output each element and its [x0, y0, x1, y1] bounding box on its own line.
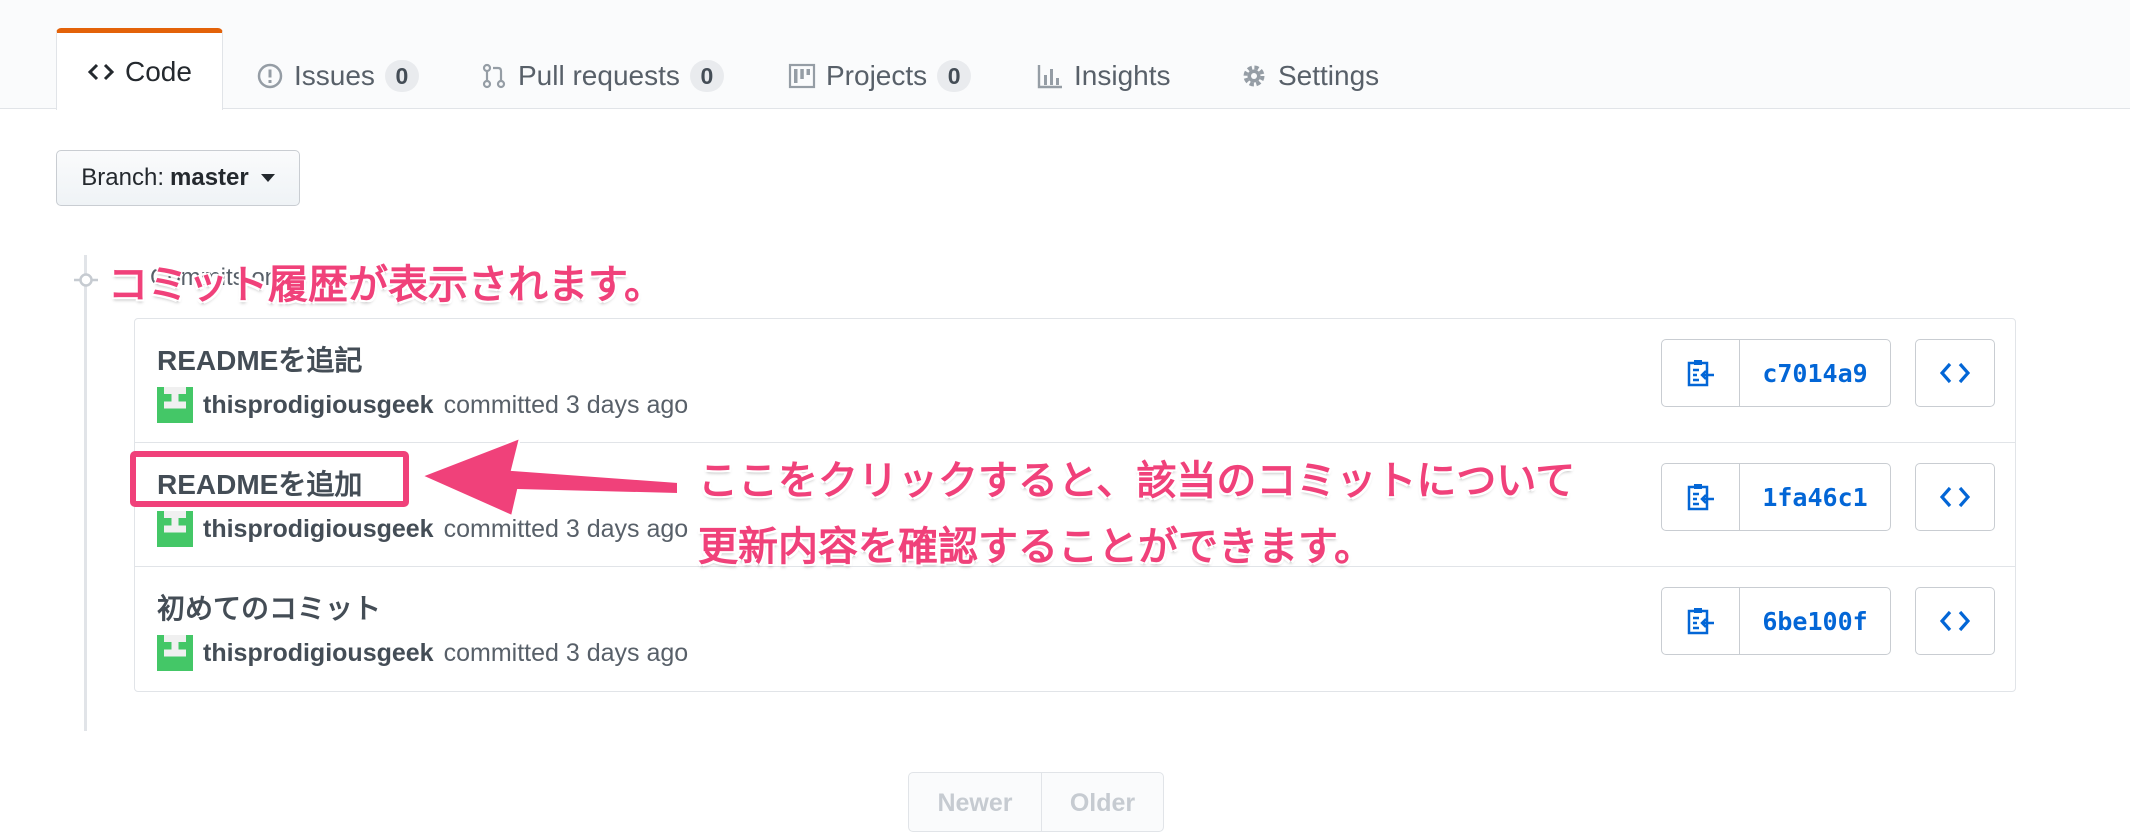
tab-projects[interactable]: Projects 0	[788, 42, 972, 110]
commit-row: READMEを追記 thisprodigiousgeek committed 3…	[135, 319, 2015, 443]
sha-button-group: c7014a9	[1661, 339, 1891, 407]
commit-meta: thisprodigiousgeek committed 3 days ago	[157, 387, 688, 423]
tab-label: Pull requests	[518, 60, 680, 91]
annotation-history-note: コミット履歴が表示されます。	[108, 263, 664, 307]
chevron-down-icon	[260, 174, 275, 182]
commit-title-link[interactable]: 初めてのコミット	[157, 587, 381, 627]
code-icon	[87, 63, 115, 80]
tab-settings[interactable]: Settings	[1240, 42, 1379, 110]
commit-sha-link[interactable]: c7014a9	[1740, 340, 1890, 406]
tab-label: Settings	[1278, 60, 1380, 91]
browse-repo-at-commit-button[interactable]	[1915, 339, 1995, 407]
git-commit-icon	[74, 273, 98, 287]
clippy-icon	[1687, 360, 1714, 387]
tab-label: Issues	[294, 60, 375, 91]
commit-meta: thisprodigiousgeek committed 3 days ago	[157, 635, 688, 671]
git-pull-request-icon	[482, 63, 506, 89]
commit-time: committed 3 days ago	[443, 638, 689, 667]
copy-sha-button[interactable]	[1662, 464, 1740, 530]
annotation-arrow-icon	[420, 436, 679, 518]
tab-pull-requests[interactable]: Pull requests 0	[480, 42, 724, 110]
gear-icon	[1243, 65, 1265, 87]
avatar[interactable]	[157, 387, 193, 423]
annotation-highlight-box	[130, 451, 409, 507]
projects-counter: 0	[937, 60, 972, 92]
project-icon	[788, 63, 816, 89]
branch-name: master	[170, 164, 249, 191]
copy-sha-button[interactable]	[1662, 588, 1740, 654]
commit-author-link[interactable]: thisprodigiousgeek	[203, 515, 434, 544]
newer-button[interactable]: Newer	[909, 773, 1041, 831]
annotation-click-note-line1: ここをクリックすると、該当のコミットについて	[698, 459, 1576, 503]
clippy-icon	[1687, 608, 1714, 635]
commit-sha-link[interactable]: 1fa46c1	[1740, 464, 1890, 530]
commit-row: 初めてのコミット thisprodigiousgeek committed 3 …	[135, 567, 2015, 691]
sha-button-group: 6be100f	[1661, 587, 1891, 655]
graph-icon	[1037, 65, 1062, 89]
tab-label: Projects	[826, 60, 928, 91]
browse-repo-at-commit-button[interactable]	[1915, 587, 1995, 655]
avatar[interactable]	[157, 635, 193, 671]
older-button[interactable]: Older	[1041, 773, 1163, 831]
sha-button-group: 1fa46c1	[1661, 463, 1891, 531]
copy-sha-button[interactable]	[1662, 340, 1740, 406]
repo-nav-tabs: Code Issues 0 Pull requests 0 Projects 0	[0, 0, 2130, 110]
code-icon	[1940, 362, 1970, 384]
tab-insights[interactable]: Insights	[1036, 42, 1171, 110]
commit-sha-link[interactable]: 6be100f	[1740, 588, 1890, 654]
code-icon	[1940, 610, 1970, 632]
issues-counter: 0	[384, 60, 419, 92]
branch-select-button[interactable]: Branch: master	[56, 150, 300, 206]
pagination: Newer Older	[908, 772, 1164, 832]
annotation-click-note-line2: 更新内容を確認することができます。	[698, 525, 1374, 569]
tab-issues[interactable]: Issues 0	[256, 42, 419, 110]
issue-opened-icon	[257, 63, 283, 89]
commit-title-link[interactable]: READMEを追記	[157, 339, 362, 379]
clippy-icon	[1687, 484, 1714, 511]
avatar[interactable]	[157, 511, 193, 547]
code-icon	[1940, 486, 1970, 508]
tab-label: Insights	[1074, 60, 1171, 91]
commit-author-link[interactable]: thisprodigiousgeek	[203, 391, 434, 420]
tab-code[interactable]: Code	[56, 28, 223, 110]
pull-requests-counter: 0	[689, 60, 724, 92]
branch-prefix: Branch:	[81, 164, 164, 191]
commit-author-link[interactable]: thisprodigiousgeek	[203, 639, 434, 668]
tab-label: Code	[125, 55, 192, 87]
timeline-line	[84, 255, 87, 731]
browse-repo-at-commit-button[interactable]	[1915, 463, 1995, 531]
commit-time: committed 3 days ago	[443, 390, 689, 419]
